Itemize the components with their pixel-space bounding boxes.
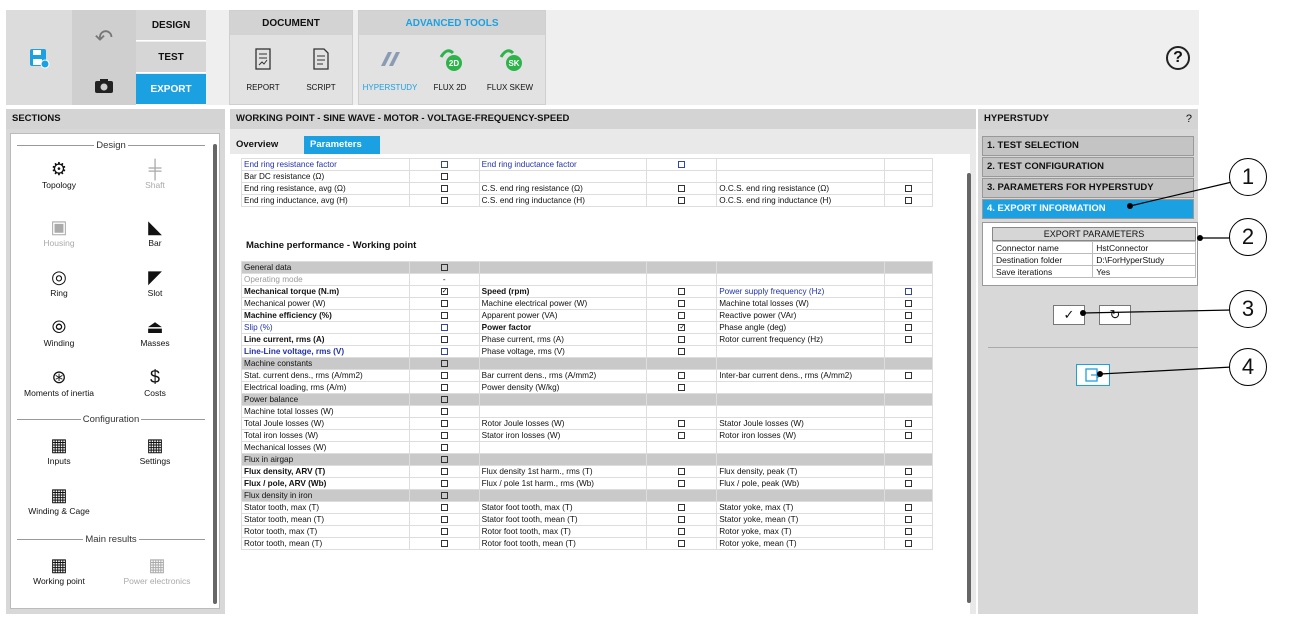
callout-1: 1	[1229, 158, 1267, 196]
callout-2: 2	[1229, 218, 1267, 256]
callout-lines	[1080, 181, 1233, 377]
callout-4: 4	[1229, 348, 1267, 386]
callout-3: 3	[1229, 290, 1267, 328]
